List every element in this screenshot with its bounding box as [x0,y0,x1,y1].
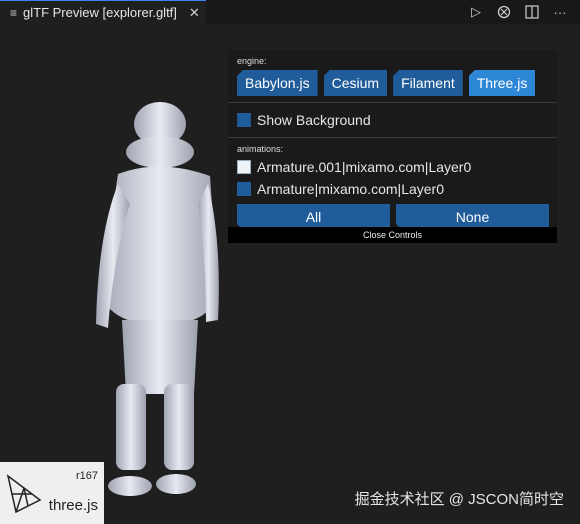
3d-viewport[interactable]: engine: Babylon.js Cesium Filament Three… [0,24,580,524]
threejs-badge: r167 three.js [0,462,104,524]
engine-cesium-button[interactable]: Cesium [323,70,388,96]
animations-label: animations: [237,144,284,154]
more-icon[interactable]: ··· [552,4,568,20]
divider [228,137,557,138]
animation-row[interactable]: Armature|mixamo.com|Layer0 [228,178,557,200]
engine-buttons: Babylon.js Cesium Filament Three.js [237,70,557,96]
editor-tab[interactable]: ≡ glTF Preview [explorer.gltf] ✕ [0,0,206,25]
engine-babylonjs-button[interactable]: Babylon.js [237,70,318,96]
threejs-logo-icon [6,474,42,514]
revision-label: r167 [75,470,98,482]
close-controls-button[interactable]: Close Controls [228,227,557,243]
animation-checkbox[interactable] [237,160,251,174]
engine-threejs-button[interactable]: Three.js [468,70,536,96]
threejs-label: three.js [48,497,98,514]
character-model [96,102,219,496]
animation-label: Armature|mixamo.com|Layer0 [257,181,444,197]
close-icon[interactable]: ✕ [189,5,200,21]
controls-panel: engine: Babylon.js Cesium Filament Three… [228,50,557,243]
editor-tab-bar: ≡ glTF Preview [explorer.gltf] ✕ ▷ ··· [0,0,580,25]
editor-actions: ▷ ··· [468,4,580,20]
show-background-checkbox[interactable] [237,113,251,127]
debug-icon[interactable] [496,4,512,20]
animation-row[interactable]: Armature.001|mixamo.com|Layer0 [228,156,557,178]
engine-filament-button[interactable]: Filament [393,70,463,96]
show-background-label: Show Background [257,112,371,128]
divider [228,102,557,103]
animation-label: Armature.001|mixamo.com|Layer0 [257,159,472,175]
show-background-row[interactable]: Show Background [228,109,557,131]
run-icon[interactable]: ▷ [468,4,484,20]
engine-label: engine: [237,56,267,66]
watermark: 掘金技术社区 @ JSCON简时空 [354,491,564,508]
file-lines-icon: ≡ [10,5,18,20]
animation-checkbox[interactable] [237,182,251,196]
tab-title: glTF Preview [explorer.gltf] [23,5,177,20]
split-editor-icon[interactable] [524,4,540,20]
